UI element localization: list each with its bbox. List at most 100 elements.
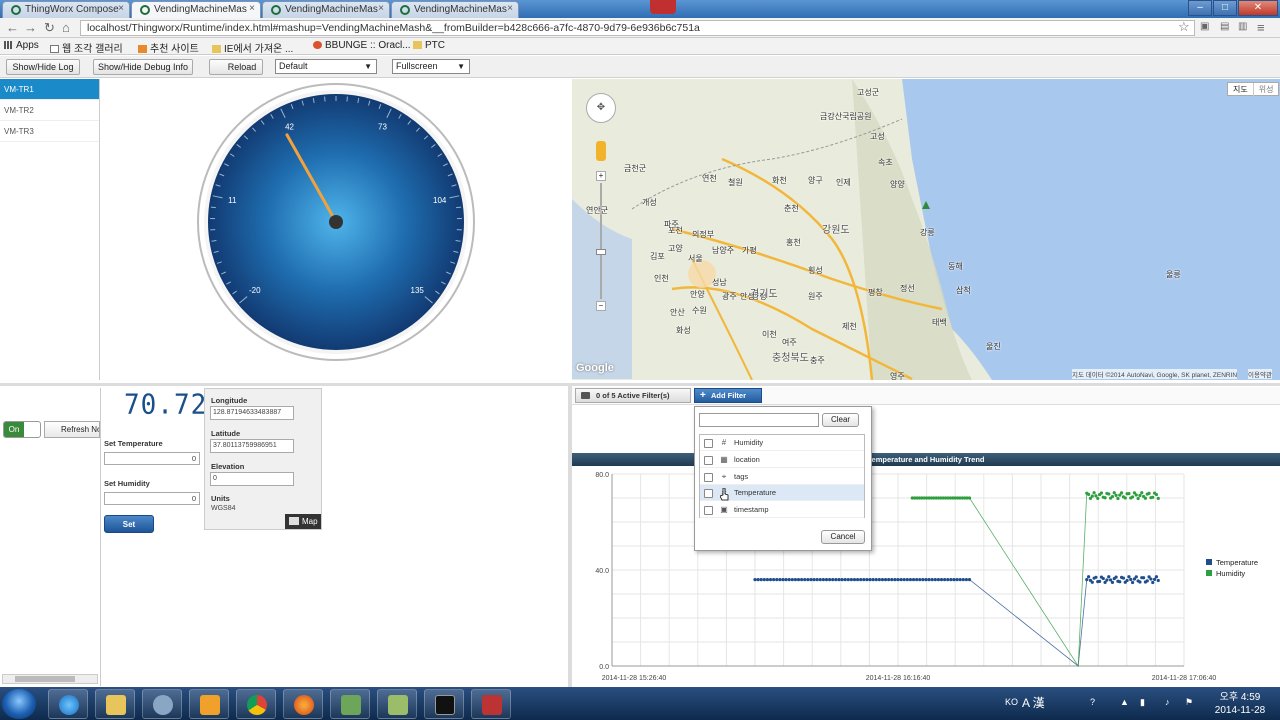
close-icon[interactable]: × — [507, 3, 513, 14]
home-icon[interactable]: ⌂ — [62, 20, 70, 35]
filter-checkbox[interactable] — [704, 506, 713, 516]
machine-item[interactable]: VM-TR1 — [0, 79, 99, 100]
filter-field-item[interactable]: ▣ timestamp — [700, 502, 864, 519]
cancel-button[interactable]: Cancel — [821, 530, 865, 544]
filter-checkbox[interactable] — [704, 472, 713, 482]
scrollbar-thumb[interactable] — [15, 676, 75, 682]
filter-checkbox[interactable] — [704, 489, 713, 499]
flag-icon[interactable]: ⚑ — [1185, 697, 1193, 708]
theme-select[interactable]: Default ▼ — [275, 59, 377, 74]
cmd-taskbar-icon[interactable] — [424, 689, 464, 719]
bookmark-item[interactable]: 추천 사이트 — [138, 40, 199, 55]
data-point — [924, 578, 928, 582]
trend-chart[interactable]: 0.0 40.0 80.0 2014-11-28 15:26:40 2014-11-28… — [572, 466, 1280, 686]
zoom-slider-track[interactable] — [600, 183, 602, 299]
zoom-in-button[interactable]: + — [596, 171, 606, 181]
ie-taskbar-icon[interactable] — [48, 689, 88, 719]
maximize-button[interactable]: □ — [1213, 0, 1237, 16]
ime-indicator[interactable]: A 漢 — [1022, 694, 1045, 711]
bookmark-apps[interactable]: Apps — [4, 40, 39, 51]
elevation-input[interactable]: 0 — [210, 472, 294, 486]
close-icon[interactable]: × — [118, 3, 124, 14]
clock[interactable]: 오후 4:59 2014-11-28 — [1205, 691, 1275, 717]
browser-tab[interactable]: ThingWorx Compose × — [2, 1, 130, 18]
data-point — [1097, 579, 1102, 583]
help-icon[interactable]: ? — [1090, 697, 1095, 707]
clear-button[interactable]: Clear — [822, 413, 859, 427]
volume-icon[interactable]: ♪ — [1165, 697, 1170, 707]
extension-icon[interactable]: ▣ — [1200, 21, 1209, 32]
bookmark-item[interactable]: BBUNGE :: Oracl... — [313, 40, 411, 51]
machine-item[interactable]: VM-TR2 — [0, 100, 99, 121]
reload-button[interactable]: Reload — [209, 59, 263, 75]
refresh-now-button[interactable]: Refresh Now — [44, 421, 100, 438]
browser-tab[interactable]: VendingMachineMas × — [262, 1, 390, 18]
bookmark-folder[interactable]: PTC — [413, 40, 445, 51]
machine-item[interactable]: VM-TR3 — [0, 121, 99, 142]
horizontal-divider[interactable] — [0, 383, 1280, 386]
explorer-taskbar-icon[interactable] — [95, 689, 135, 719]
map-button[interactable]: Map — [285, 514, 321, 529]
minimize-button[interactable]: – — [1188, 0, 1212, 16]
longitude-input[interactable]: 128.87194633483887 — [210, 406, 294, 420]
filter-field-item[interactable]: ⌖ tags — [700, 469, 864, 485]
map-terms-link[interactable]: 이용약관 — [1248, 369, 1272, 379]
forward-icon[interactable]: → — [24, 20, 37, 35]
temperature-display: 70.72 — [124, 389, 208, 421]
close-window-button[interactable]: ✕ — [1238, 0, 1278, 16]
set-temperature-input[interactable]: 0 — [104, 452, 200, 465]
zoom-out-button[interactable]: − — [596, 301, 606, 311]
reload-icon[interactable]: ↻ — [44, 20, 55, 36]
power-toggle[interactable]: On — [3, 421, 41, 438]
star-icon[interactable]: ☆ — [1178, 19, 1190, 35]
app-taskbar-icon[interactable] — [377, 689, 417, 719]
data-point — [775, 578, 779, 582]
data-point — [890, 578, 894, 582]
filter-checkbox[interactable] — [704, 439, 713, 448]
data-point — [1112, 491, 1116, 495]
map-place-label: 울릉 — [1166, 270, 1181, 279]
language-indicator[interactable]: KO — [1005, 697, 1018, 707]
tray-arrow-icon[interactable]: ▲ — [1120, 697, 1129, 707]
extension-icon[interactable]: ▥ — [1238, 21, 1247, 32]
extension-icon[interactable]: ▤ — [1220, 21, 1229, 32]
close-icon[interactable]: × — [378, 3, 384, 14]
set-humidity-input[interactable]: 0 — [104, 492, 200, 505]
browser-tab-active[interactable]: VendingMachineMas × — [131, 1, 261, 18]
app-taskbar-icon[interactable] — [330, 689, 370, 719]
latitude-input[interactable]: 37.80113759986951 — [210, 439, 294, 453]
close-icon[interactable]: × — [249, 3, 255, 14]
firefox-taskbar-icon[interactable] — [283, 689, 323, 719]
filter-search-input[interactable] — [699, 413, 819, 427]
add-filter-button[interactable]: + Add Filter — [694, 388, 762, 403]
show-hide-log-button[interactable]: Show/Hide Log — [6, 59, 80, 75]
filter-checkbox[interactable] — [704, 455, 713, 465]
pan-control[interactable]: ✥ — [586, 93, 616, 123]
bookmark-folder[interactable]: IE에서 가져온 ... — [212, 40, 293, 55]
chrome-taskbar-icon[interactable] — [236, 689, 276, 719]
url-input[interactable]: localhost/Thingworx/Runtime/index.html#m… — [80, 20, 1195, 36]
filter-field-item[interactable]: # Humidity — [700, 435, 864, 451]
set-button[interactable]: Set — [104, 515, 154, 533]
horizontal-scrollbar[interactable] — [2, 674, 98, 684]
show-hide-debug-button[interactable]: Show/Hide Debug Info — [93, 59, 193, 75]
zoom-slider-handle[interactable] — [596, 249, 606, 255]
data-point — [1110, 580, 1115, 584]
mode-select[interactable]: Fullscreen ▼ — [392, 59, 470, 74]
map-type-satellite-button[interactable]: 위성 — [1254, 83, 1279, 96]
outlook-taskbar-icon[interactable] — [189, 689, 229, 719]
browser-tab[interactable]: VendingMachineMas × — [391, 1, 519, 18]
street-view-icon[interactable] — [596, 141, 606, 161]
filter-field-item[interactable]: ▦ location — [700, 452, 864, 468]
settings-taskbar-icon[interactable] — [142, 689, 182, 719]
back-icon[interactable]: ← — [6, 20, 19, 35]
network-icon[interactable]: ▮ — [1140, 697, 1145, 708]
app-taskbar-icon[interactable] — [471, 689, 511, 719]
active-filters-button[interactable]: 0 of 5 Active Filter(s) — [575, 388, 691, 403]
google-map[interactable]: ✥ + − 고성군 금강산국립공원 고성 속초 양양 강릉 동해 삼척 태백 울진 영주 정선 평창 제천… — [572, 79, 1280, 380]
map-type-map-button[interactable]: 지도 — [1228, 83, 1254, 96]
bookmark-item[interactable]: 웹 조각 갤러리 — [50, 40, 123, 55]
menu-icon[interactable]: ≡ — [1257, 20, 1265, 35]
start-button[interactable] — [2, 689, 36, 719]
thingworx-icon — [140, 5, 150, 15]
